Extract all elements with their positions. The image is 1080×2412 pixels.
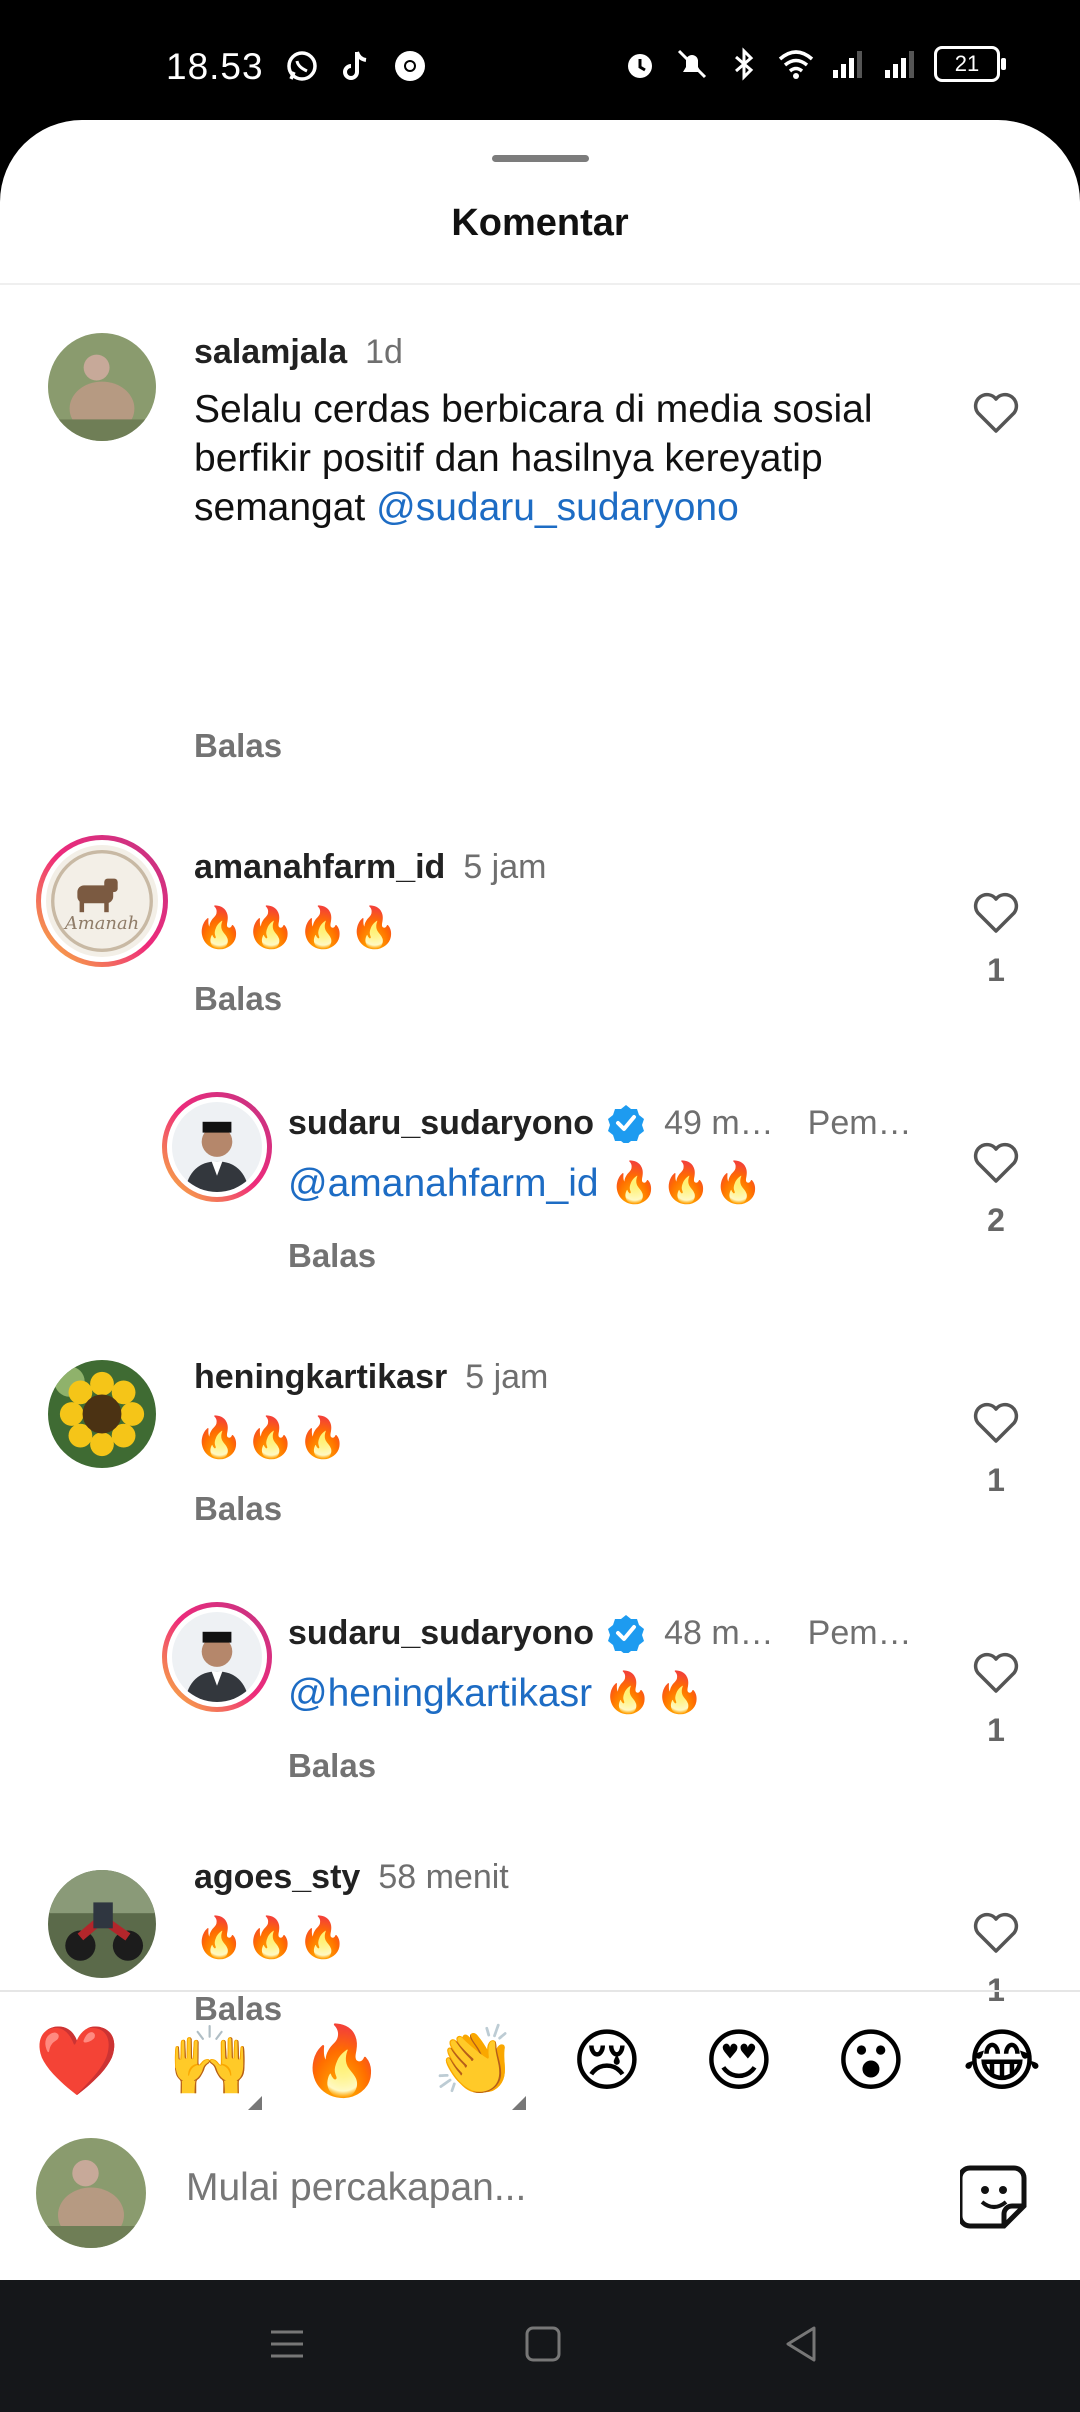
comment-text: 🔥🔥🔥 xyxy=(609,1161,765,1205)
heart-icon xyxy=(973,1912,1019,1953)
mute-icon xyxy=(677,49,707,79)
avatar[interactable] xyxy=(48,1870,156,1978)
tiktok-icon xyxy=(343,51,367,80)
svg-text:Amanah: Amanah xyxy=(63,913,139,934)
signal-icon-2 xyxy=(885,51,914,78)
comment-username[interactable]: agoes_sty xyxy=(194,1858,360,1897)
emoji-clap[interactable]: 👏 xyxy=(430,2016,520,2106)
avatar xyxy=(36,2138,146,2248)
comment-username[interactable]: salamjala xyxy=(194,333,347,372)
emoji-surprised[interactable]: 😮 xyxy=(826,2016,916,2106)
comment-time: 5 jam xyxy=(465,1358,549,1396)
battery-indicator: 21 xyxy=(934,46,1006,82)
like-button[interactable] xyxy=(970,390,1022,434)
comment-mention[interactable]: @amanahfarm_id xyxy=(288,1162,599,1205)
heart-icon xyxy=(973,392,1019,433)
menu-icon[interactable] xyxy=(263,2320,311,2368)
skin-tone-indicator xyxy=(512,2096,526,2110)
comment-mention[interactable]: @sudaru_sudaryono xyxy=(376,486,739,529)
avatar[interactable] xyxy=(162,1602,272,1712)
back-icon[interactable] xyxy=(778,2320,826,2368)
avatar[interactable] xyxy=(48,1360,156,1468)
alarm-icon xyxy=(628,54,652,78)
like-count: 1 xyxy=(987,1462,1005,1498)
like-count: 1 xyxy=(987,1712,1005,1748)
comment-username[interactable]: amanahfarm_id xyxy=(194,848,445,887)
home-icon[interactable] xyxy=(519,2320,567,2368)
whatsapp-icon xyxy=(287,51,317,81)
comments-sheet: Komentar salamjala 1d Selalu cerdas berb… xyxy=(0,120,1080,2280)
author-tag: Pem… xyxy=(807,1613,912,1652)
comment-text: 🔥🔥🔥 xyxy=(194,1416,350,1460)
reply-button[interactable]: Balas xyxy=(288,1747,376,1785)
heart-icon xyxy=(973,1402,1019,1443)
comment-time: 49 m… xyxy=(664,1103,774,1142)
heart-icon xyxy=(973,1142,1019,1183)
reply-button[interactable]: Balas xyxy=(288,1237,376,1275)
system-icons: 21 xyxy=(622,46,1006,82)
like-button[interactable]: 1 xyxy=(970,1400,1022,1499)
comment-time: 5 jam xyxy=(463,848,547,886)
comment-composer: Mulai percakapan... xyxy=(0,2130,1080,2280)
comment-time: 48 m… xyxy=(664,1613,774,1652)
heart-icon xyxy=(973,892,1019,933)
comment-time: 58 menit xyxy=(378,1858,509,1896)
comment-text: 🔥🔥 xyxy=(602,1671,707,1715)
emoji-raised-hands[interactable]: 🙌 xyxy=(165,2016,255,2106)
author-tag: Pem… xyxy=(807,1103,912,1142)
comment-username[interactable]: heningkartikasr xyxy=(194,1358,447,1397)
emoji-laughing[interactable]: 😂 xyxy=(957,2016,1047,2106)
like-button[interactable]: 1 xyxy=(970,890,1022,989)
reply-button[interactable]: Balas xyxy=(194,980,282,1018)
comment-input[interactable]: Mulai percakapan... xyxy=(186,2166,526,2210)
sheet-title: Komentar xyxy=(451,202,629,244)
avatar[interactable] xyxy=(162,1092,272,1202)
comment-text: 🔥🔥🔥🔥 xyxy=(194,906,402,950)
divider xyxy=(0,283,1080,285)
like-count: 1 xyxy=(987,952,1005,988)
divider xyxy=(0,1990,1080,1992)
sticker-icon[interactable] xyxy=(960,2162,1030,2232)
reply-button[interactable]: Balas xyxy=(194,1490,282,1528)
emoji-crying[interactable]: 😢 xyxy=(562,2016,652,2106)
avatar[interactable] xyxy=(48,333,156,441)
comment-username[interactable]: sudaru_sudaryono xyxy=(288,1614,594,1653)
skin-tone-indicator xyxy=(248,2096,262,2110)
comment-text: 🔥🔥🔥 xyxy=(194,1916,350,1960)
chrome-icon xyxy=(395,51,425,81)
like-button[interactable]: 2 xyxy=(970,1140,1022,1239)
comment-mention[interactable]: @heningkartikasr xyxy=(288,1672,592,1715)
status-bar: 18.53 21 xyxy=(0,0,1080,120)
sheet-drag-handle[interactable] xyxy=(492,155,589,162)
verified-badge-icon xyxy=(608,1105,645,1143)
like-button[interactable]: 1 xyxy=(970,1910,1022,2009)
emoji-heart[interactable]: ❤️ xyxy=(32,2016,122,2106)
heart-icon xyxy=(973,1652,1019,1693)
notification-icons xyxy=(284,48,428,84)
like-count: 2 xyxy=(987,1202,1005,1238)
emoji-fire[interactable]: 🔥 xyxy=(297,2016,387,2106)
emoji-heart-eyes[interactable]: 😍 xyxy=(694,2016,784,2106)
wifi-icon xyxy=(778,50,814,79)
signal-icon xyxy=(833,51,862,78)
verified-badge-icon xyxy=(608,1615,645,1653)
quick-reaction-bar: ❤️ 🙌 🔥 👏 😢 😍 😮 😂 xyxy=(0,2016,1080,2110)
comment-username[interactable]: sudaru_sudaryono xyxy=(288,1104,594,1143)
avatar[interactable]: Amanah xyxy=(36,835,168,967)
comment-time: 1d xyxy=(365,333,403,371)
status-time: 18.53 xyxy=(166,46,264,87)
like-button[interactable]: 1 xyxy=(970,1650,1022,1749)
navigation-bar xyxy=(0,2280,1080,2412)
reply-button[interactable]: Balas xyxy=(194,727,282,765)
bluetooth-icon xyxy=(735,47,754,81)
